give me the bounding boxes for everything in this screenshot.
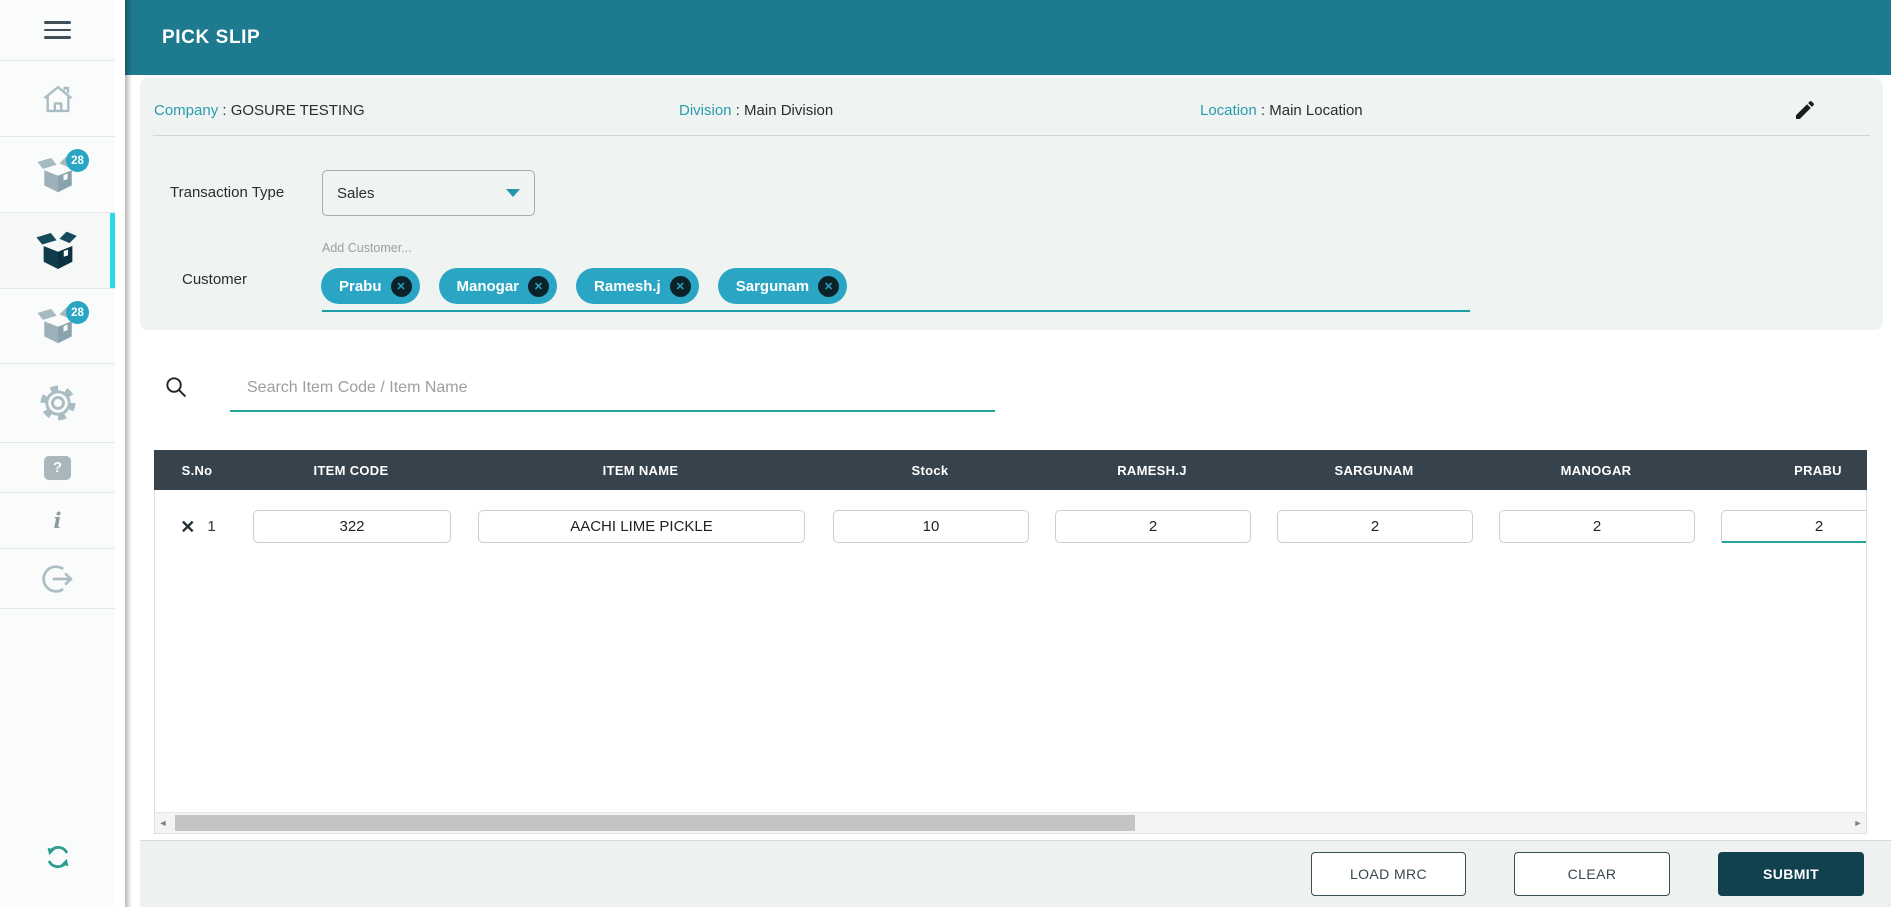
qty-input-ramesh[interactable] — [1055, 510, 1251, 543]
footer-action-bar: LOAD MRC CLEAR SUBMIT — [140, 840, 1891, 907]
customer-field-underline — [322, 310, 1470, 312]
logout-icon — [41, 564, 72, 593]
submit-button[interactable]: SUBMIT — [1718, 852, 1864, 896]
chevron-down-icon — [506, 189, 520, 197]
search-field — [230, 370, 995, 412]
row-delete-icon[interactable]: ✕ — [180, 518, 195, 536]
division-info: Division : Main Division — [679, 102, 833, 119]
open-box-dark-icon — [35, 231, 77, 269]
customer-chip[interactable]: Sargunam ✕ — [717, 268, 848, 304]
table-header: S.No ITEM CODE ITEM NAME Stock RAMESH.J … — [154, 450, 1867, 490]
header-card: Company : GOSURE TESTING Division : Main… — [140, 78, 1883, 330]
gear-icon — [40, 385, 75, 421]
scroll-left-arrow[interactable]: ◄ — [155, 813, 171, 833]
refresh-icon — [47, 845, 68, 869]
company-info-row: Company : GOSURE TESTING Division : Main… — [140, 78, 1883, 135]
stock-input[interactable] — [833, 510, 1029, 543]
chip-remove-icon[interactable]: ✕ — [390, 275, 412, 297]
qty-input-sargunam[interactable] — [1277, 510, 1473, 543]
items-table: S.No ITEM CODE ITEM NAME Stock RAMESH.J … — [154, 450, 1867, 834]
customer-chip-label: Manogar — [456, 277, 520, 295]
search-icon — [166, 377, 186, 397]
help-glyph: ? — [52, 459, 63, 476]
edit-icon[interactable] — [1793, 98, 1817, 122]
location-value: Main Location — [1269, 102, 1363, 119]
company-info: Company : GOSURE TESTING — [154, 102, 365, 119]
row-serial-number: 1 — [207, 518, 216, 535]
item-name-input[interactable] — [478, 510, 805, 543]
separator: : — [731, 102, 745, 119]
company-label: Company — [154, 102, 219, 119]
main-content: PICK SLIP Company : GOSURE TESTING Divis… — [125, 0, 1891, 907]
scrollbar-thumb[interactable] — [175, 815, 1135, 831]
customer-chip[interactable]: Manogar ✕ — [438, 268, 558, 304]
home-icon — [43, 85, 72, 112]
company-value: GOSURE TESTING — [230, 102, 365, 119]
add-customer-input[interactable] — [322, 238, 642, 258]
horizontal-scrollbar[interactable]: ◄ ► — [154, 812, 1867, 834]
item-search-row — [125, 370, 1891, 416]
active-indicator — [110, 213, 115, 288]
column-header-prabu: PRABU — [1794, 462, 1842, 478]
customer-chip[interactable]: Ramesh.j ✕ — [576, 268, 699, 304]
location-label: Location — [1200, 102, 1257, 119]
sidebar-item-settings[interactable] — [0, 364, 115, 443]
refresh-button[interactable] — [0, 841, 115, 873]
division-label: Division — [679, 102, 732, 119]
sidebar-item-pick-slip[interactable] — [0, 213, 115, 289]
column-header-sno: S.No — [181, 462, 213, 478]
sidebar-item-help[interactable]: ? — [0, 443, 115, 493]
sidebar-item-inward[interactable]: 28 — [0, 137, 115, 213]
count-badge: 28 — [66, 301, 89, 324]
transaction-type-label: Transaction Type — [170, 184, 285, 201]
info-icon: i — [53, 508, 62, 533]
help-icon: ? — [44, 455, 71, 481]
item-code-input[interactable] — [253, 510, 451, 543]
column-header-sargunam: SARGUNAM — [1334, 462, 1414, 478]
sidebar-item-about[interactable]: i — [0, 493, 115, 549]
scroll-right-arrow[interactable]: ► — [1850, 813, 1866, 833]
division-value: Main Division — [744, 102, 834, 119]
count-badge: 28 — [66, 149, 89, 172]
appbar: PICK SLIP — [125, 0, 1891, 75]
customer-chip-label: Prabu — [339, 277, 382, 295]
chip-remove-icon[interactable]: ✕ — [528, 275, 550, 297]
column-header-stock: Stock — [911, 462, 949, 478]
column-header-item-name: ITEM NAME — [602, 462, 679, 478]
transaction-type-value: Sales — [337, 184, 375, 202]
transaction-type-select[interactable]: Sales — [322, 170, 535, 216]
chip-remove-icon[interactable]: ✕ — [669, 275, 691, 297]
customer-chip[interactable]: Prabu ✕ — [321, 268, 420, 304]
separator: : — [1256, 102, 1270, 119]
customer-chip-row: Prabu ✕ Manogar ✕ Ramesh.j ✕ Sargunam ✕ — [321, 268, 848, 304]
customer-chip-label: Sargunam — [735, 277, 810, 295]
hamburger-icon — [44, 21, 71, 39]
menu-toggle-button[interactable] — [0, 0, 115, 61]
qty-input-prabu[interactable] — [1721, 510, 1866, 543]
sidebar-item-logout[interactable] — [0, 549, 115, 609]
table-row: ✕ 1 — [155, 510, 1866, 543]
item-search-input[interactable] — [230, 370, 995, 410]
column-header-manogar: MANOGAR — [1560, 462, 1632, 478]
sidebar: 28 28 ? i — [0, 0, 115, 907]
column-header-ramesh: RAMESH.J — [1117, 462, 1187, 478]
customer-label: Customer — [182, 271, 248, 288]
table-body: ✕ 1 — [154, 490, 1867, 812]
customer-chip-label: Ramesh.j — [594, 277, 661, 295]
load-mrc-button[interactable]: LOAD MRC — [1311, 852, 1466, 896]
sidebar-item-home[interactable] — [0, 61, 115, 137]
location-info: Location : Main Location — [1200, 102, 1363, 119]
qty-input-manogar[interactable] — [1499, 510, 1695, 543]
separator: : — [218, 102, 231, 119]
divider — [153, 135, 1870, 136]
column-header-item-code: ITEM CODE — [313, 462, 389, 478]
chip-remove-icon[interactable]: ✕ — [818, 275, 840, 297]
clear-button[interactable]: CLEAR — [1514, 852, 1670, 896]
page-title: PICK SLIP — [162, 26, 261, 48]
sidebar-item-outward[interactable]: 28 — [0, 289, 115, 364]
